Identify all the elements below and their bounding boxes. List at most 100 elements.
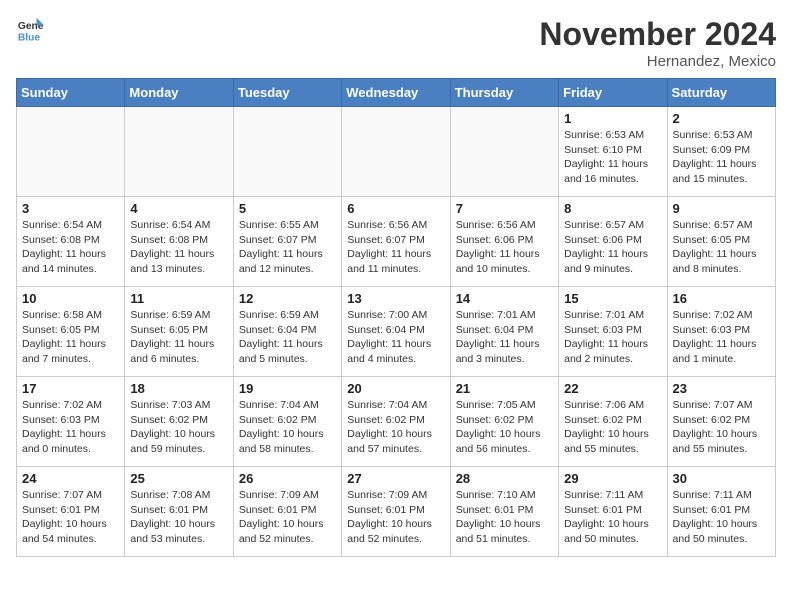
day-info: Sunrise: 7:01 AM Sunset: 6:03 PM Dayligh… [564, 308, 661, 367]
calendar-cell: 20 Sunrise: 7:04 AM Sunset: 6:02 PM Dayli… [342, 377, 450, 467]
day-info: Sunrise: 7:10 AM Sunset: 6:01 PM Dayligh… [456, 488, 553, 547]
calendar-cell: 11Sunrise: 6:59 AM Sunset: 6:05 PM Dayli… [125, 287, 233, 377]
calendar-cell: 4 Sunrise: 6:54 AM Sunset: 6:08 PM Daylig… [125, 197, 233, 287]
day-number: 14 [456, 291, 553, 306]
day-info: Sunrise: 7:11 AM Sunset: 6:01 PM Dayligh… [673, 488, 770, 547]
day-info: Sunrise: 7:09 AM Sunset: 6:01 PM Dayligh… [347, 488, 444, 547]
calendar-cell: 13Sunrise: 7:00 AM Sunset: 6:04 PM Dayli… [342, 287, 450, 377]
calendar-cell: 18Sunrise: 7:03 AM Sunset: 6:02 PM Dayli… [125, 377, 233, 467]
day-info: Sunrise: 6:57 AM Sunset: 6:05 PM Dayligh… [673, 218, 770, 277]
calendar-cell [342, 107, 450, 197]
calendar-table: SundayMondayTuesdayWednesdayThursdayFrid… [16, 78, 776, 557]
day-number: 25 [130, 471, 227, 486]
day-info: Sunrise: 7:04 AM Sunset: 6:02 PM Dayligh… [347, 398, 444, 457]
day-number: 18 [130, 381, 227, 396]
calendar-week-row: 10 Sunrise: 6:58 AM Sunset: 6:05 PM Dayli… [17, 287, 776, 377]
svg-text:Blue: Blue [18, 32, 41, 43]
day-number: 6 [347, 201, 444, 216]
logo: General Blue [16, 16, 44, 44]
day-number: 21 [456, 381, 553, 396]
day-info: Sunrise: 6:59 AM Sunset: 6:04 PM Dayligh… [239, 308, 336, 367]
day-number: 19 [239, 381, 336, 396]
day-number: 30 [673, 471, 770, 486]
calendar-cell: 30 Sunrise: 7:11 AM Sunset: 6:01 PM Dayli… [667, 467, 775, 557]
day-info: Sunrise: 7:05 AM Sunset: 6:02 PM Dayligh… [456, 398, 553, 457]
day-number: 9 [673, 201, 770, 216]
logo-icon: General Blue [16, 16, 44, 44]
calendar-cell: 21 Sunrise: 7:05 AM Sunset: 6:02 PM Dayli… [450, 377, 558, 467]
day-number: 27 [347, 471, 444, 486]
calendar-week-row: 1 Sunrise: 6:53 AM Sunset: 6:10 PM Daylig… [17, 107, 776, 197]
day-number: 17 [22, 381, 119, 396]
calendar-cell: 14Sunrise: 7:01 AM Sunset: 6:04 PM Dayli… [450, 287, 558, 377]
day-number: 10 [22, 291, 119, 306]
calendar-cell: 19 Sunrise: 7:04 AM Sunset: 6:02 PM Dayli… [233, 377, 341, 467]
weekday-header-row: SundayMondayTuesdayWednesdayThursdayFrid… [17, 79, 776, 107]
location: Hernandez, Mexico [539, 53, 776, 70]
day-number: 12 [239, 291, 336, 306]
day-number: 15 [564, 291, 661, 306]
day-info: Sunrise: 7:08 AM Sunset: 6:01 PM Dayligh… [130, 488, 227, 547]
calendar-cell: 5 Sunrise: 6:55 AM Sunset: 6:07 PM Daylig… [233, 197, 341, 287]
day-number: 16 [673, 291, 770, 306]
day-number: 8 [564, 201, 661, 216]
day-info: Sunrise: 7:02 AM Sunset: 6:03 PM Dayligh… [22, 398, 119, 457]
calendar-cell [233, 107, 341, 197]
day-number: 24 [22, 471, 119, 486]
weekday-header-friday: Friday [559, 79, 667, 107]
day-info: Sunrise: 6:54 AM Sunset: 6:08 PM Dayligh… [22, 218, 119, 277]
day-info: Sunrise: 6:53 AM Sunset: 6:09 PM Dayligh… [673, 128, 770, 187]
day-number: 11 [130, 291, 227, 306]
day-info: Sunrise: 6:55 AM Sunset: 6:07 PM Dayligh… [239, 218, 336, 277]
calendar-cell: 2Sunrise: 6:53 AM Sunset: 6:09 PM Daylig… [667, 107, 775, 197]
day-info: Sunrise: 7:02 AM Sunset: 6:03 PM Dayligh… [673, 308, 770, 367]
day-info: Sunrise: 7:11 AM Sunset: 6:01 PM Dayligh… [564, 488, 661, 547]
day-number: 23 [673, 381, 770, 396]
calendar-cell: 28 Sunrise: 7:10 AM Sunset: 6:01 PM Dayli… [450, 467, 558, 557]
day-info: Sunrise: 6:54 AM Sunset: 6:08 PM Dayligh… [130, 218, 227, 277]
calendar-cell: 22Sunrise: 7:06 AM Sunset: 6:02 PM Dayli… [559, 377, 667, 467]
calendar-week-row: 3 Sunrise: 6:54 AM Sunset: 6:08 PM Daylig… [17, 197, 776, 287]
weekday-header-tuesday: Tuesday [233, 79, 341, 107]
day-info: Sunrise: 6:56 AM Sunset: 6:07 PM Dayligh… [347, 218, 444, 277]
calendar-cell: 3 Sunrise: 6:54 AM Sunset: 6:08 PM Daylig… [17, 197, 125, 287]
day-number: 13 [347, 291, 444, 306]
weekday-header-saturday: Saturday [667, 79, 775, 107]
calendar-cell: 27 Sunrise: 7:09 AM Sunset: 6:01 PM Dayli… [342, 467, 450, 557]
day-number: 5 [239, 201, 336, 216]
day-info: Sunrise: 7:07 AM Sunset: 6:01 PM Dayligh… [22, 488, 119, 547]
day-number: 22 [564, 381, 661, 396]
calendar-cell [17, 107, 125, 197]
day-info: Sunrise: 6:53 AM Sunset: 6:10 PM Dayligh… [564, 128, 661, 187]
weekday-header-sunday: Sunday [17, 79, 125, 107]
calendar-cell: 25 Sunrise: 7:08 AM Sunset: 6:01 PM Dayli… [125, 467, 233, 557]
month-title: November 2024 [539, 16, 776, 53]
calendar-cell: 15 Sunrise: 7:01 AM Sunset: 6:03 PM Dayli… [559, 287, 667, 377]
calendar-cell [125, 107, 233, 197]
calendar-week-row: 24 Sunrise: 7:07 AM Sunset: 6:01 PM Dayli… [17, 467, 776, 557]
day-info: Sunrise: 6:57 AM Sunset: 6:06 PM Dayligh… [564, 218, 661, 277]
day-number: 29 [564, 471, 661, 486]
calendar-week-row: 17 Sunrise: 7:02 AM Sunset: 6:03 PM Dayli… [17, 377, 776, 467]
calendar-cell: 26 Sunrise: 7:09 AM Sunset: 6:01 PM Dayli… [233, 467, 341, 557]
day-number: 1 [564, 111, 661, 126]
calendar-cell: 24 Sunrise: 7:07 AM Sunset: 6:01 PM Dayli… [17, 467, 125, 557]
day-number: 28 [456, 471, 553, 486]
calendar-cell: 12 Sunrise: 6:59 AM Sunset: 6:04 PM Dayli… [233, 287, 341, 377]
calendar-cell [450, 107, 558, 197]
day-info: Sunrise: 7:07 AM Sunset: 6:02 PM Dayligh… [673, 398, 770, 457]
calendar-cell: 7Sunrise: 6:56 AM Sunset: 6:06 PM Daylig… [450, 197, 558, 287]
day-info: Sunrise: 7:04 AM Sunset: 6:02 PM Dayligh… [239, 398, 336, 457]
day-info: Sunrise: 6:58 AM Sunset: 6:05 PM Dayligh… [22, 308, 119, 367]
day-info: Sunrise: 7:09 AM Sunset: 6:01 PM Dayligh… [239, 488, 336, 547]
day-number: 20 [347, 381, 444, 396]
day-number: 26 [239, 471, 336, 486]
day-number: 4 [130, 201, 227, 216]
calendar-cell: 6 Sunrise: 6:56 AM Sunset: 6:07 PM Daylig… [342, 197, 450, 287]
weekday-header-thursday: Thursday [450, 79, 558, 107]
calendar-cell: 17 Sunrise: 7:02 AM Sunset: 6:03 PM Dayli… [17, 377, 125, 467]
calendar-cell: 9 Sunrise: 6:57 AM Sunset: 6:05 PM Daylig… [667, 197, 775, 287]
day-info: Sunrise: 6:56 AM Sunset: 6:06 PM Dayligh… [456, 218, 553, 277]
day-number: 3 [22, 201, 119, 216]
weekday-header-wednesday: Wednesday [342, 79, 450, 107]
